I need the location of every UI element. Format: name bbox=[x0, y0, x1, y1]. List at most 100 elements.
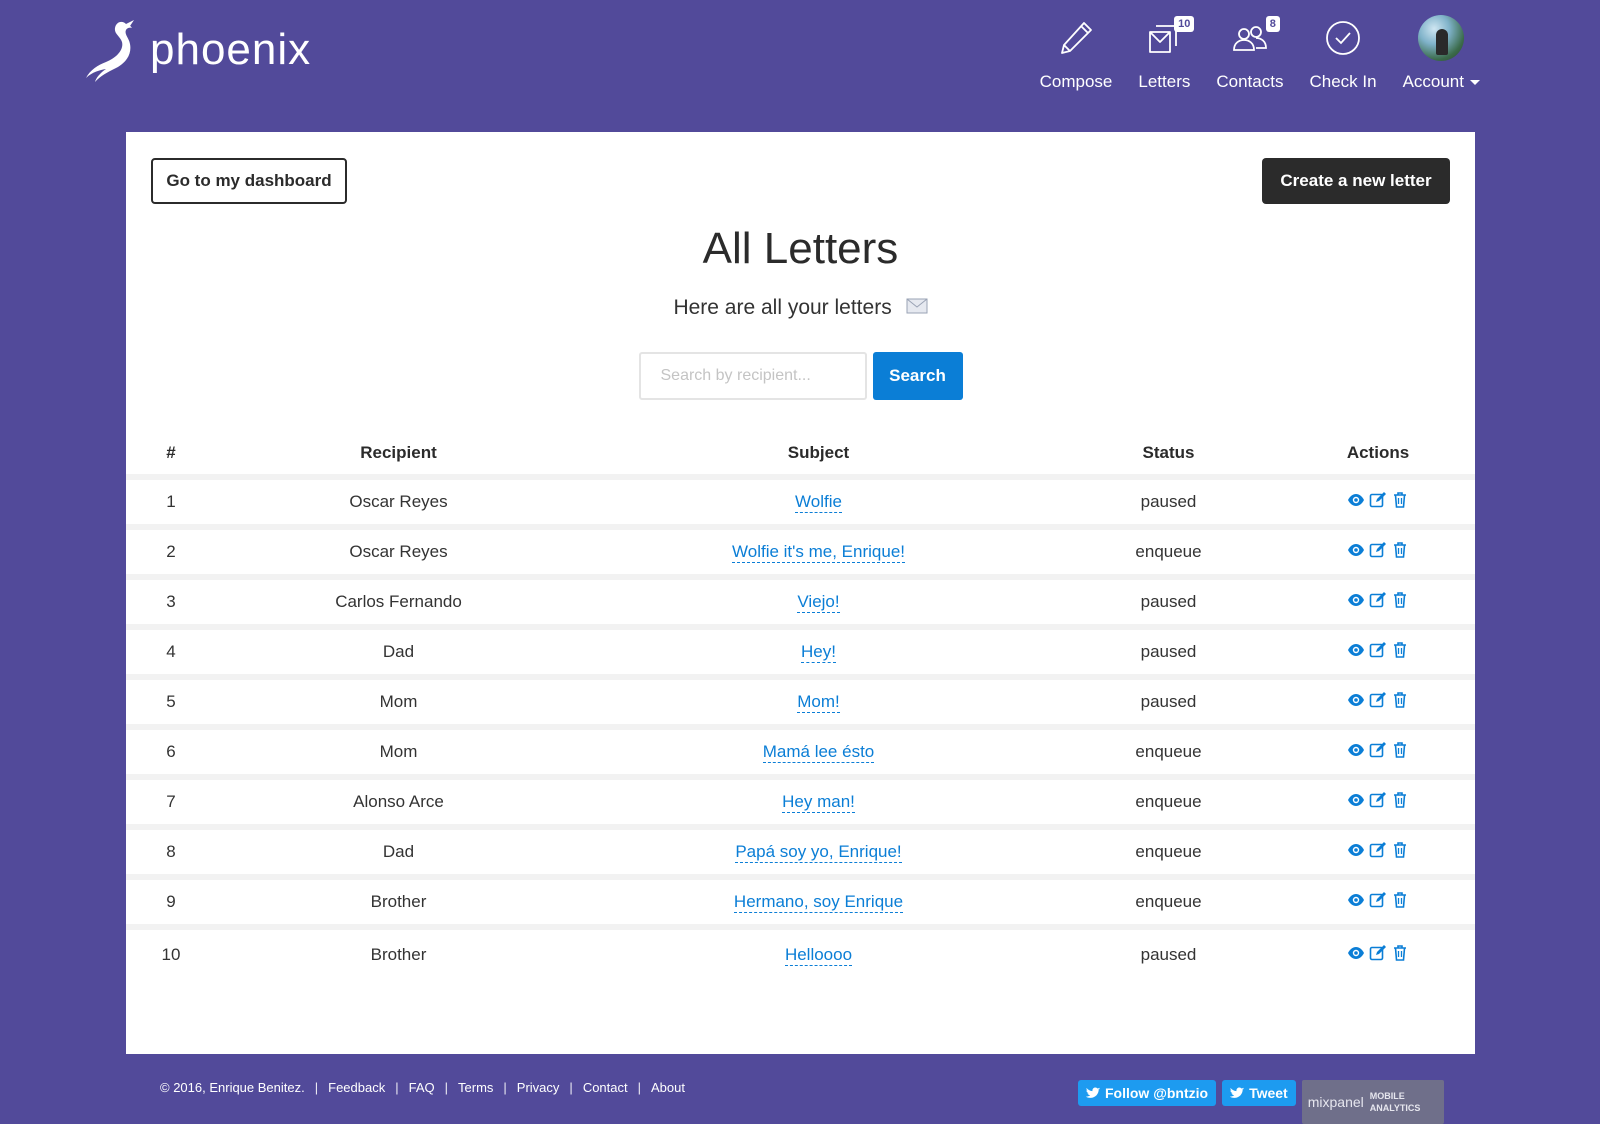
row-subject-cell: Helloooo bbox=[581, 945, 1056, 966]
footer-link-feedback[interactable]: Feedback bbox=[328, 1080, 385, 1095]
nav-letters[interactable]: 10 Letters bbox=[1138, 14, 1195, 92]
eye-icon[interactable] bbox=[1347, 791, 1365, 809]
row-subject-cell: Hey! bbox=[581, 642, 1056, 663]
eye-icon[interactable] bbox=[1347, 491, 1365, 509]
subject-link[interactable]: Hey! bbox=[801, 642, 836, 663]
row-subject-cell: Mamá lee ésto bbox=[581, 742, 1056, 763]
subject-link[interactable]: Hey man! bbox=[782, 792, 855, 813]
trash-icon[interactable] bbox=[1391, 691, 1409, 709]
subject-link[interactable]: Mom! bbox=[797, 692, 840, 713]
edit-icon[interactable] bbox=[1369, 691, 1387, 709]
nav-contacts[interactable]: 8 Contacts bbox=[1216, 14, 1283, 92]
footer-link-contact[interactable]: Contact bbox=[583, 1080, 628, 1095]
footer-separator: | bbox=[503, 1080, 507, 1095]
row-status: enqueue bbox=[1135, 892, 1202, 911]
row-status: enqueue bbox=[1135, 742, 1202, 761]
trash-icon[interactable] bbox=[1391, 491, 1409, 509]
eye-icon[interactable] bbox=[1347, 541, 1365, 559]
row-recipient: Mom bbox=[379, 742, 418, 761]
subject-link[interactable]: Mamá lee ésto bbox=[762, 742, 875, 763]
eye-icon[interactable] bbox=[1347, 891, 1365, 909]
page-subtitle-text: Here are all your letters bbox=[673, 296, 892, 319]
footer-link-terms[interactable]: Terms bbox=[458, 1080, 493, 1095]
edit-icon[interactable] bbox=[1369, 491, 1387, 509]
search-bar: Search bbox=[126, 352, 1475, 400]
twitter-bird-icon bbox=[1230, 1087, 1245, 1098]
row-status: paused bbox=[1140, 492, 1197, 511]
letters-card: Go to my dashboard Create a new letter A… bbox=[126, 132, 1475, 1054]
twitter-bird-icon bbox=[1086, 1087, 1100, 1098]
edit-icon[interactable] bbox=[1369, 944, 1387, 962]
eye-icon[interactable] bbox=[1347, 944, 1365, 962]
subject-link[interactable]: Helloooo bbox=[784, 945, 853, 966]
subject-link[interactable]: Wolfie it's me, Enrique! bbox=[732, 542, 905, 563]
edit-icon[interactable] bbox=[1369, 841, 1387, 859]
edit-icon[interactable] bbox=[1369, 541, 1387, 559]
row-recipient: Dad bbox=[382, 642, 415, 661]
trash-icon[interactable] bbox=[1391, 944, 1409, 962]
footer-link-privacy[interactable]: Privacy bbox=[517, 1080, 560, 1095]
edit-icon[interactable] bbox=[1369, 891, 1387, 909]
trash-icon[interactable] bbox=[1391, 741, 1409, 759]
subject-link[interactable]: Papá soy yo, Enrique! bbox=[735, 842, 902, 863]
row-number: 9 bbox=[166, 892, 176, 911]
mixpanel-badge[interactable]: mixpanel MOBILE ANALYTICS bbox=[1301, 1080, 1444, 1124]
row-recipient: Oscar Reyes bbox=[349, 542, 448, 561]
edit-icon[interactable] bbox=[1369, 791, 1387, 809]
edit-icon[interactable] bbox=[1369, 591, 1387, 609]
nav-checkin[interactable]: Check In bbox=[1309, 14, 1377, 92]
eye-icon[interactable] bbox=[1347, 591, 1365, 609]
footer-link-faq[interactable]: FAQ bbox=[409, 1080, 435, 1095]
trash-icon[interactable] bbox=[1391, 641, 1409, 659]
letters-count-badge: 10 bbox=[1174, 16, 1195, 32]
row-actions bbox=[1281, 791, 1475, 814]
nav-compose[interactable]: Compose bbox=[1040, 14, 1112, 92]
row-number: 8 bbox=[166, 842, 176, 861]
search-input[interactable] bbox=[638, 352, 867, 400]
nav-account[interactable]: Account bbox=[1403, 14, 1480, 92]
eye-icon[interactable] bbox=[1347, 641, 1365, 659]
subject-link[interactable]: Viejo! bbox=[797, 592, 840, 613]
row-actions bbox=[1281, 841, 1475, 864]
row-actions bbox=[1281, 891, 1475, 914]
table-row: 4 Dad Hey! paused bbox=[126, 630, 1475, 680]
table-row: 2 Oscar Reyes Wolfie it's me, Enrique! enqu… bbox=[126, 530, 1475, 580]
row-number: 3 bbox=[166, 592, 176, 611]
row-subject-cell: Mom! bbox=[581, 692, 1056, 713]
header-actions: Actions bbox=[1346, 443, 1410, 462]
row-subject-cell: Hey man! bbox=[581, 792, 1056, 813]
search-button[interactable]: Search bbox=[872, 352, 963, 400]
trash-icon[interactable] bbox=[1391, 591, 1409, 609]
footer-link-about[interactable]: About bbox=[651, 1080, 685, 1095]
row-actions bbox=[1281, 491, 1475, 514]
eye-icon[interactable] bbox=[1347, 741, 1365, 759]
eye-icon[interactable] bbox=[1347, 691, 1365, 709]
row-status: paused bbox=[1140, 592, 1197, 611]
row-recipient: Brother bbox=[370, 945, 427, 964]
tweet-button[interactable]: Tweet bbox=[1222, 1080, 1296, 1106]
table-row: 5 Mom Mom! paused bbox=[126, 680, 1475, 730]
subject-link[interactable]: Hermano, soy Enrique bbox=[733, 892, 904, 913]
follow-button[interactable]: Follow @bntzio bbox=[1078, 1080, 1217, 1106]
top-header: phoenix Compose 10 Letters 8 Contacts Ch… bbox=[0, 0, 1600, 120]
row-recipient: Carlos Fernando bbox=[335, 592, 462, 611]
trash-icon[interactable] bbox=[1391, 891, 1409, 909]
mixpanel-line1: MOBILE bbox=[1369, 1091, 1405, 1101]
tweet-label: Tweet bbox=[1249, 1085, 1288, 1101]
trash-icon[interactable] bbox=[1391, 791, 1409, 809]
contacts-icon: 8 bbox=[1226, 14, 1280, 62]
dashboard-button[interactable]: Go to my dashboard bbox=[151, 158, 347, 204]
trash-icon[interactable] bbox=[1391, 841, 1409, 859]
edit-icon[interactable] bbox=[1369, 641, 1387, 659]
eye-icon[interactable] bbox=[1347, 841, 1365, 859]
follow-label: Follow @bntzio bbox=[1105, 1085, 1209, 1101]
header-recipient: Recipient bbox=[360, 443, 437, 462]
trash-icon[interactable] bbox=[1391, 541, 1409, 559]
table-row: 3 Carlos Fernando Viejo! paused bbox=[126, 580, 1475, 630]
logo[interactable]: phoenix bbox=[82, 18, 311, 82]
row-status: enqueue bbox=[1135, 842, 1202, 861]
phoenix-bird-icon bbox=[86, 20, 134, 82]
create-letter-button[interactable]: Create a new letter bbox=[1262, 158, 1450, 204]
subject-link[interactable]: Wolfie bbox=[795, 492, 842, 513]
edit-icon[interactable] bbox=[1369, 741, 1387, 759]
